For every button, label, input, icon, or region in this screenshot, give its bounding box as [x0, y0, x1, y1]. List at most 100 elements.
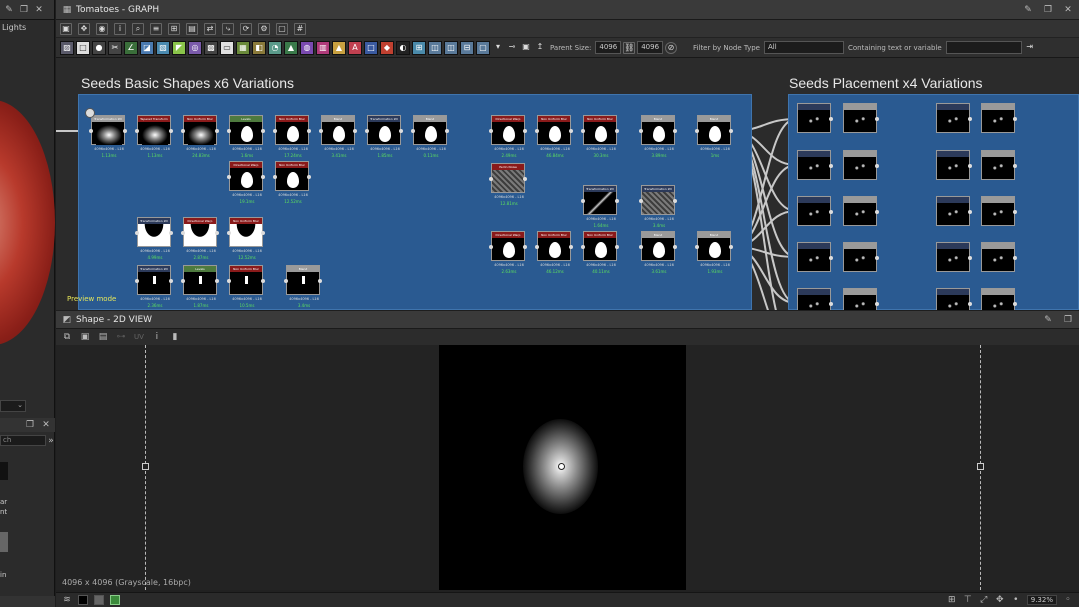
input-port[interactable]	[411, 129, 415, 133]
graph-node[interactable]: Blend 4096x4096 - L16 3.61ms	[639, 231, 677, 274]
info-icon[interactable]: i	[152, 332, 162, 342]
input-port[interactable]	[135, 231, 139, 235]
output-port[interactable]	[829, 302, 833, 306]
output-port[interactable]	[829, 256, 833, 260]
placement-node[interactable]	[843, 103, 879, 133]
blend-icon[interactable]: ✂	[108, 40, 122, 55]
placement-node[interactable]	[797, 288, 833, 310]
output-port[interactable]	[353, 129, 357, 133]
output-port[interactable]	[307, 129, 311, 133]
lights-label[interactable]: Lights	[0, 20, 54, 35]
hash-grid-icon[interactable]: #	[294, 22, 306, 35]
recenter-icon[interactable]: ✥	[995, 595, 1005, 605]
output-port[interactable]	[261, 231, 265, 235]
input-port[interactable]	[273, 129, 277, 133]
placement-node[interactable]	[843, 196, 879, 226]
output-port[interactable]	[875, 164, 879, 168]
output-port[interactable]	[615, 129, 619, 133]
output-port[interactable]	[318, 279, 322, 283]
output-port[interactable]	[673, 129, 677, 133]
output-port[interactable]	[829, 117, 833, 121]
placement-node[interactable]	[981, 103, 1017, 133]
uniform-color-icon[interactable]: □	[76, 40, 90, 55]
placement-node[interactable]	[843, 150, 879, 180]
input-port[interactable]	[695, 245, 699, 249]
placement-node[interactable]	[981, 150, 1017, 180]
graph-node[interactable]: Blend 4096x4096 - L16 1.93ms	[695, 231, 733, 274]
bw-icon[interactable]: ◐	[396, 40, 410, 55]
output-port[interactable]	[673, 199, 677, 203]
output-port[interactable]	[1013, 256, 1017, 260]
graph-node[interactable]: Blend 4096x4096 - L16 0.11ms	[411, 115, 449, 158]
output-port[interactable]	[261, 175, 265, 179]
connect-icon[interactable]: ⇄	[204, 22, 216, 35]
placement-node[interactable]	[797, 150, 833, 180]
output-port[interactable]	[1013, 210, 1017, 214]
output-port[interactable]	[307, 175, 311, 179]
graph-node[interactable]: Levels 4096x4096 - L16 1.6ms	[227, 115, 265, 158]
output-port[interactable]	[729, 245, 733, 249]
refresh-icon[interactable]: ⟳	[240, 22, 252, 35]
tile-icon[interactable]: ◔	[268, 40, 282, 55]
output-port[interactable]	[875, 256, 879, 260]
graph-node[interactable]: Transformation 2D 4096x4096 - L16 2.36ms	[135, 265, 173, 308]
paste-icon[interactable]: ▤	[98, 332, 108, 342]
output-port[interactable]	[215, 129, 219, 133]
output-port[interactable]	[968, 210, 972, 214]
input-port[interactable]	[639, 199, 643, 203]
close-icon[interactable]: ✕	[1063, 5, 1073, 15]
placement-node[interactable]	[797, 242, 833, 272]
center-handle[interactable]	[558, 463, 565, 470]
input-port[interactable]	[227, 279, 231, 283]
filter-select[interactable]: All	[763, 41, 844, 54]
input-port[interactable]	[365, 129, 369, 133]
graph-node[interactable]: Non Uniform Blur 4096x4096 - L16 24.83ms	[181, 115, 219, 158]
placement-node[interactable]	[936, 103, 972, 133]
placement-node[interactable]	[936, 288, 972, 310]
input-port[interactable]	[135, 279, 139, 283]
input-port[interactable]	[284, 279, 288, 283]
placement-node[interactable]	[936, 150, 972, 180]
link-size-icon[interactable]: ⛓	[623, 41, 636, 54]
placement-node[interactable]	[843, 242, 879, 272]
comment-icon[interactable]: ▾	[492, 42, 504, 54]
warp-icon[interactable]: ▲	[284, 40, 298, 55]
containing-input[interactable]	[945, 41, 1022, 54]
output-port[interactable]	[123, 129, 127, 133]
grid-toggle-icon[interactable]: ⊞	[947, 595, 957, 605]
input-port[interactable]	[181, 279, 185, 283]
output-port[interactable]	[615, 199, 619, 203]
output-port[interactable]	[261, 129, 265, 133]
size-select-2[interactable]: 4096	[637, 41, 664, 54]
output-port[interactable]	[169, 279, 173, 283]
input-port[interactable]	[639, 245, 643, 249]
tile-toggle-icon[interactable]: ⊤	[963, 595, 973, 605]
info-icon[interactable]: i	[114, 22, 126, 35]
pin-node-icon[interactable]: ↥	[534, 42, 546, 54]
fx-map-icon[interactable]: ◎	[188, 40, 202, 55]
output-port[interactable]	[1013, 302, 1017, 306]
graph-node[interactable]: Transformation 2D 4096x4096 - L16 3.4ms	[639, 185, 677, 228]
placement-node[interactable]	[843, 288, 879, 310]
output-port[interactable]	[875, 302, 879, 306]
output-port[interactable]	[261, 279, 265, 283]
graph-node[interactable]: Non Uniform Blur 4096x4096 - L16 12.52ms	[227, 217, 265, 260]
float-icon-2[interactable]: ❐	[25, 420, 35, 430]
graph-node[interactable]: Non Uniform Blur 4096x4096 - L16 12.52ms	[273, 161, 311, 204]
input-port[interactable]	[135, 129, 139, 133]
float-icon[interactable]: ❐	[19, 5, 29, 15]
placement-node[interactable]	[797, 103, 833, 133]
graph-node[interactable]: Directional Warp 4096x4096 - L16 2.87ms	[181, 217, 219, 260]
output-port[interactable]	[829, 164, 833, 168]
graph-node[interactable]: Tapered Transform 4096x4096 - L16 1.13ms	[135, 115, 173, 158]
output-port[interactable]	[829, 210, 833, 214]
merge-node-icon[interactable]: ◫	[444, 40, 458, 55]
input-port[interactable]	[227, 231, 231, 235]
graph-node[interactable]: Non Uniform Blur 4096x4096 - L16 46.12ms	[535, 231, 573, 274]
graph-node[interactable]: Directional Warp 4096x4096 - L16 19.1ms	[227, 161, 265, 204]
text-a-icon[interactable]: A	[348, 40, 362, 55]
input-port[interactable]	[535, 129, 539, 133]
output-port[interactable]	[169, 129, 173, 133]
output-port[interactable]	[215, 279, 219, 283]
layers-icon[interactable]: ≋	[62, 595, 72, 605]
